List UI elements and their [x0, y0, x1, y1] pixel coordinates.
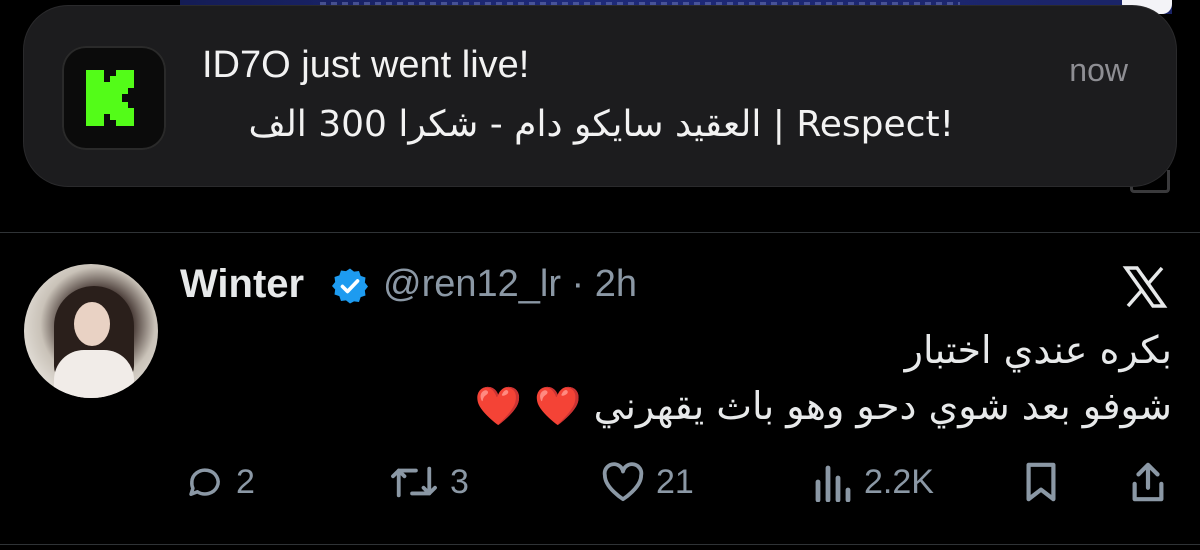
reply-button[interactable]: 2	[184, 460, 255, 504]
heart-icon	[602, 462, 644, 502]
bookmark-icon	[1026, 462, 1056, 502]
handle-and-timestamp[interactable]: @ren12_lr · 2h	[383, 263, 637, 306]
views-chart-icon	[815, 465, 851, 502]
repost-icon	[391, 466, 437, 498]
tweet-text-line-2: شوفو بعد شوي دحو وهو باث يقهرني ❤️ ❤️	[474, 384, 1172, 428]
divider	[0, 544, 1200, 545]
like-count: 21	[656, 462, 694, 501]
live-notification[interactable]: ID7O just went live! العقيد سايكو دام - …	[24, 6, 1176, 186]
views-button[interactable]: 2.2K	[812, 460, 934, 504]
verified-badge-icon	[332, 268, 368, 304]
tweet-text-line-1: بكره عندي اختبار	[904, 328, 1172, 372]
x-logo-icon	[1122, 266, 1168, 308]
repost-count: 3	[450, 462, 469, 501]
notification-title: ID7O just went live!	[202, 44, 530, 86]
author-name[interactable]: Winter	[180, 262, 304, 307]
reply-icon	[189, 468, 220, 496]
reply-count: 2	[236, 462, 255, 501]
tweet-text: بكره عندي اختبار شوفو بعد شوي دحو وهو با…	[352, 322, 1172, 434]
share-icon	[1132, 462, 1164, 502]
notification-body: العقيد سايكو دام - شكرا 300 الف | Respec…	[248, 104, 954, 145]
like-button[interactable]: 21	[600, 460, 694, 504]
bookmark-button[interactable]	[1022, 460, 1060, 504]
divider	[0, 232, 1200, 233]
share-button[interactable]	[1128, 460, 1168, 504]
repost-button[interactable]: 3	[388, 460, 469, 504]
avatar[interactable]	[24, 264, 158, 398]
views-count: 2.2K	[864, 462, 934, 501]
kick-logo-icon	[62, 46, 166, 150]
notification-time: now	[1069, 52, 1128, 88]
